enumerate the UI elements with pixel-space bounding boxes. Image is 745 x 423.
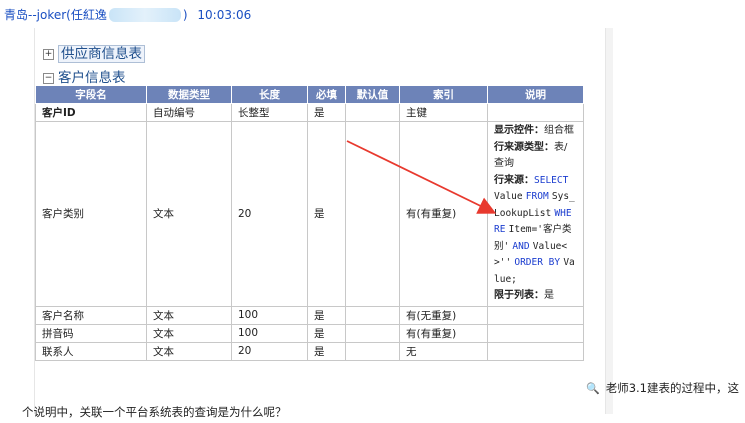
- column-header: 字段名: [35, 85, 147, 104]
- cell-default: [345, 121, 400, 307]
- desc-limit-label: 限于列表：: [494, 290, 544, 301]
- table-row: 客户类别 文本 20 是 有(有重复) 显示控件：组合框 行来源类型：表/查询 …: [35, 121, 584, 307]
- cell-index: 有(无重复): [399, 305, 488, 325]
- message-header: 青岛--joker(任紅逸) 10:03:06: [4, 6, 251, 23]
- cell-note: [487, 103, 584, 122]
- column-header: 数据类型: [146, 85, 232, 104]
- sql-keyword: FROM: [525, 191, 549, 202]
- cell-default: [345, 305, 400, 325]
- desc-limit-value: 是: [544, 290, 554, 301]
- cell-required: 是: [307, 121, 346, 307]
- sender-name-tail: ): [182, 8, 188, 22]
- desc-row-source-label: 行来源：: [494, 174, 534, 186]
- sql-keyword: SELECT: [534, 174, 569, 186]
- cell-index: 无: [399, 341, 488, 361]
- column-header: 长度: [231, 85, 308, 104]
- cell-field-name: 客户名称: [35, 305, 147, 325]
- redacted-area: [108, 8, 181, 22]
- cell-length: 20: [231, 121, 308, 307]
- expand-icon[interactable]: +: [43, 49, 54, 60]
- cell-data-type: 自动编号: [146, 103, 232, 122]
- cell-default: [345, 323, 400, 343]
- field-table: 字段名 数据类型 长度 必填 默认值 索引 说明 客户ID 自动编号 长整型 是…: [35, 85, 584, 361]
- cell-required: 是: [307, 103, 346, 122]
- sql-keyword: ORDER BY: [514, 257, 561, 268]
- desc-control-label: 显示控件：: [494, 125, 544, 136]
- tree-item-customer[interactable]: − 客户信息表: [43, 66, 126, 86]
- cell-field-name: 客户ID: [35, 103, 147, 122]
- cell-required: 是: [307, 323, 346, 343]
- cell-index: 有(有重复): [399, 121, 488, 307]
- cell-index: 主键: [399, 103, 488, 122]
- table-row: 联系人 文本 20 是 无: [35, 341, 584, 361]
- cell-data-type: 文本: [146, 341, 232, 361]
- table-header-row: 字段名 数据类型 长度 必填 默认值 索引 说明: [35, 85, 584, 104]
- column-header: 必填: [307, 85, 346, 104]
- cell-length: 100: [231, 323, 308, 343]
- cell-data-type: 文本: [146, 305, 232, 325]
- message-time: 10:03:06: [197, 8, 252, 22]
- tree-item-supplier[interactable]: + 供应商信息表: [43, 42, 145, 63]
- column-header: 默认值: [345, 85, 400, 104]
- question-line-2: 个说明中，关联一个平台系统表的查询是为什么呢？: [22, 405, 287, 419]
- cell-data-type: 文本: [146, 121, 232, 307]
- zoom-icon[interactable]: 🔍: [586, 382, 600, 395]
- cell-field-name: 拼音码: [35, 323, 147, 343]
- desc-control-value: 组合框: [544, 125, 574, 136]
- table-row: 客户名称 文本 100 是 有(无重复): [35, 305, 584, 325]
- cell-field-name: 联系人: [35, 341, 147, 361]
- tree-item-label: 供应商信息表: [58, 45, 145, 63]
- cell-note: [487, 341, 584, 361]
- cell-note: [487, 305, 584, 325]
- column-header: 说明: [487, 85, 584, 104]
- cell-default: [345, 103, 400, 122]
- question-line-1: 🔍 老师3.1建表的过程中，这: [586, 380, 739, 396]
- cell-required: 是: [307, 341, 346, 361]
- column-header: 索引: [399, 85, 488, 104]
- cell-length: 100: [231, 305, 308, 325]
- sql-keyword: AND: [512, 240, 530, 252]
- tree-item-label: 客户信息表: [58, 70, 126, 86]
- table-row: 拼音码 文本 100 是 有(有重复): [35, 323, 584, 343]
- panel-shadow: [605, 28, 613, 414]
- cell-length: 长整型: [231, 103, 308, 122]
- cell-default: [345, 341, 400, 361]
- cell-length: 20: [231, 341, 308, 361]
- cell-field-name: 客户类别: [35, 121, 147, 307]
- collapse-icon[interactable]: −: [43, 73, 54, 84]
- cell-required: 是: [307, 305, 346, 325]
- cell-description: 显示控件：组合框 行来源类型：表/查询 行来源：SELECT Value FRO…: [487, 121, 584, 307]
- sql-text: Value: [494, 191, 523, 202]
- question-text-1: 老师3.1建表的过程中，这: [605, 381, 739, 395]
- desc-row-source-type-label: 行来源类型：: [494, 141, 554, 153]
- cell-data-type: 文本: [146, 323, 232, 343]
- sender-name: 青岛--joker(任紅逸: [4, 8, 107, 22]
- cell-index: 有(有重复): [399, 323, 488, 343]
- screenshot-panel: + 供应商信息表 − 客户信息表 字段名 数据类型 长度 必填 默认值 索引 说明 …: [34, 28, 606, 414]
- table-row: 客户ID 自动编号 长整型 是 主键: [35, 103, 584, 122]
- cell-note: [487, 323, 584, 343]
